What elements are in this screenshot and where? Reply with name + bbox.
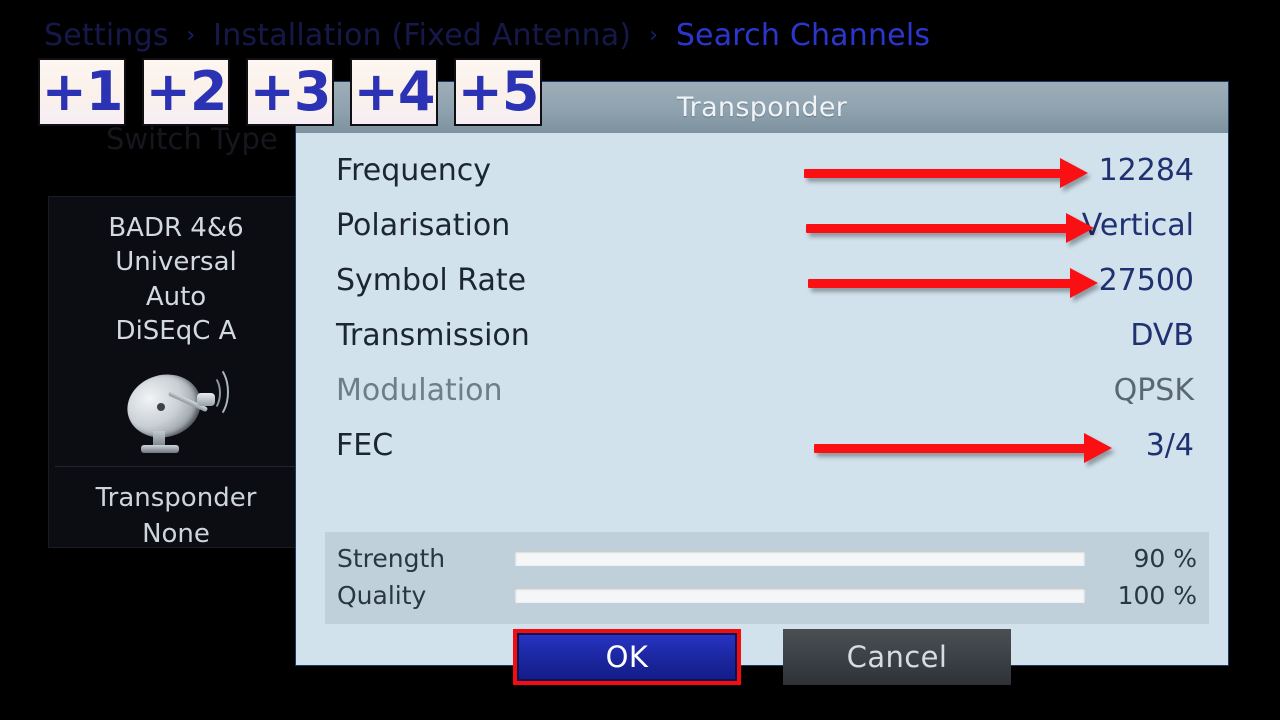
annotation-arrow-polarisation [806,212,1094,243]
row-frequency[interactable]: Frequency 12284 [336,143,1194,198]
signal-meter-panel: Strength 90 % Quality 100 % [324,531,1210,625]
row-value-fec[interactable]: 3/4 [1146,428,1194,463]
overlay-badge-2: +2 [142,58,230,126]
satellite-dish-icon [119,359,231,455]
sidebar-transponder-value: None [142,518,210,549]
breadcrumb-separator-icon: › [649,23,659,48]
row-label-polarisation: Polarisation [336,208,511,243]
annotation-arrow-frequency [804,157,1088,188]
dish-lnb [197,393,215,407]
dialog-body: Frequency 12284 Polarisation Vertical Sy… [296,133,1228,685]
row-transmission[interactable]: Transmission DVB [336,308,1194,363]
cancel-button[interactable]: Cancel [783,629,1011,685]
row-fec[interactable]: FEC 3/4 [336,418,1194,473]
transponder-dialog: Transponder Frequency 12284 Polarisation… [296,82,1228,685]
ok-button[interactable]: OK [513,629,741,685]
row-label-frequency: Frequency [336,153,491,188]
row-value-transmission[interactable]: DVB [1130,318,1194,353]
meter-percent-strength: 90 % [1133,544,1197,573]
row-label-transmission: Transmission [336,318,530,353]
row-value-modulation: QPSK [1113,373,1194,408]
diseqc-setting: DiSEqC A [115,315,237,346]
row-value-frequency[interactable]: 12284 [1099,153,1194,188]
breadcrumb: Settings › Installation (Fixed Antenna) … [44,18,930,53]
meter-quality: Quality 100 % [337,577,1197,614]
row-label-fec: FEC [336,428,394,463]
switch-type-label: Switch Type [106,122,278,156]
antenna-info-panel: BADR 4&6 Universal Auto DiSEqC A Transpo… [48,196,304,549]
satellite-dish-icon-wrap [49,348,303,466]
row-polarisation[interactable]: Polarisation Vertical [336,198,1194,253]
breadcrumb-item-settings[interactable]: Settings [44,18,169,53]
lnb-power: Auto [145,281,207,312]
annotation-arrow-symbol-rate [808,267,1098,298]
meter-strength: Strength 90 % [337,540,1197,577]
annotation-arrow-fec [814,432,1112,463]
breadcrumb-separator-icon: › [186,23,196,48]
overlay-badge-5: +5 [454,58,542,126]
satellite-name: BADR 4&6 [108,213,244,243]
dialog-footer: OK Cancel [296,629,1228,685]
row-label-modulation: Modulation [336,373,503,408]
meter-track-strength [515,551,1085,566]
meter-label-strength: Strength [337,544,446,573]
meter-label-quality: Quality [337,581,427,610]
row-value-polarisation[interactable]: Vertical [1082,208,1194,243]
dish-base [141,445,179,454]
tv-settings-screen: Settings › Installation (Fixed Antenna) … [0,0,1280,720]
breadcrumb-item-search-channels[interactable]: Search Channels [676,18,930,53]
overlay-badge-1: +1 [38,58,126,126]
meter-percent-quality: 100 % [1117,581,1197,610]
overlay-badge-4: +4 [350,58,438,126]
meter-track-quality [515,588,1085,603]
overlay-badge-3: +3 [246,58,334,126]
breadcrumb-item-installation[interactable]: Installation (Fixed Antenna) [213,18,631,53]
row-label-symbol-rate: Symbol Rate [336,263,527,298]
sidebar-transponder-label: Transponder [95,483,257,514]
sidebar-transponder-info: Transponder None [49,467,303,552]
antenna-settings-summary: BADR 4&6 Universal Auto DiSEqC A [49,197,303,348]
row-value-symbol-rate[interactable]: 27500 [1099,263,1194,298]
lnb-type: Universal [115,247,237,278]
row-modulation: Modulation QPSK [336,363,1194,418]
row-symbol-rate[interactable]: Symbol Rate 27500 [336,253,1194,308]
